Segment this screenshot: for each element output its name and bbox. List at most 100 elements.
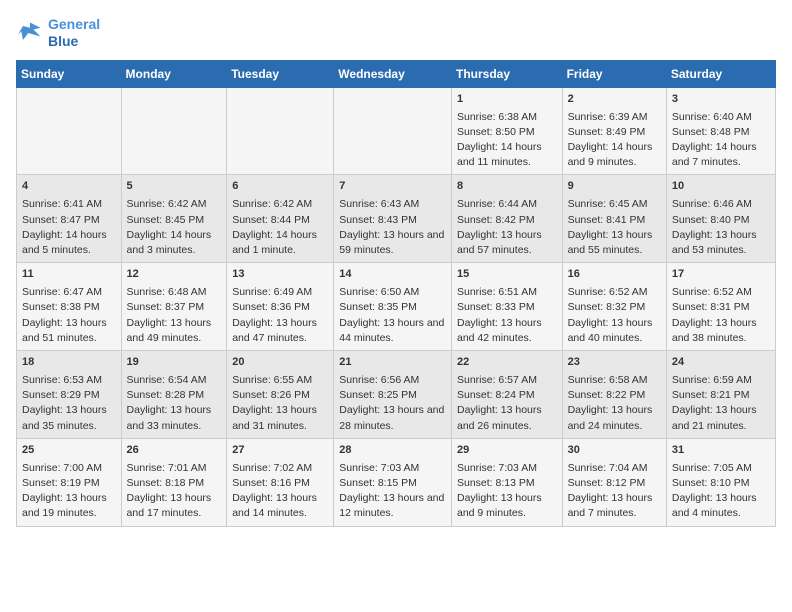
day-number: 11	[22, 267, 116, 283]
calendar-cell: 23Sunrise: 6:58 AMSunset: 8:22 PMDayligh…	[562, 351, 666, 439]
day-number: 18	[22, 355, 116, 371]
day-number: 12	[127, 267, 222, 283]
day-info: Sunset: 8:45 PM	[127, 213, 222, 228]
page-header: General Blue	[16, 16, 776, 50]
day-info: Sunset: 8:19 PM	[22, 476, 116, 491]
day-info: Sunrise: 6:46 AM	[672, 197, 770, 212]
day-info: Daylight: 14 hours and 3 minutes.	[127, 228, 222, 258]
calendar-cell	[17, 87, 122, 175]
day-info: Sunset: 8:26 PM	[232, 388, 328, 403]
day-number: 25	[22, 443, 116, 459]
calendar-cell: 15Sunrise: 6:51 AMSunset: 8:33 PMDayligh…	[451, 263, 562, 351]
day-info: Sunset: 8:48 PM	[672, 125, 770, 140]
calendar-cell: 20Sunrise: 6:55 AMSunset: 8:26 PMDayligh…	[227, 351, 334, 439]
day-number: 8	[457, 179, 557, 195]
day-info: Daylight: 14 hours and 1 minute.	[232, 228, 328, 258]
day-info: Sunset: 8:16 PM	[232, 476, 328, 491]
calendar-cell: 14Sunrise: 6:50 AMSunset: 8:35 PMDayligh…	[334, 263, 452, 351]
calendar-cell: 2Sunrise: 6:39 AMSunset: 8:49 PMDaylight…	[562, 87, 666, 175]
calendar-cell: 1Sunrise: 6:38 AMSunset: 8:50 PMDaylight…	[451, 87, 562, 175]
day-info: Sunset: 8:10 PM	[672, 476, 770, 491]
week-row-5: 25Sunrise: 7:00 AMSunset: 8:19 PMDayligh…	[17, 438, 776, 526]
day-info: Sunset: 8:21 PM	[672, 388, 770, 403]
weekday-header-thursday: Thursday	[451, 60, 562, 87]
day-info: Daylight: 13 hours and 38 minutes.	[672, 316, 770, 346]
day-info: Sunrise: 7:05 AM	[672, 461, 770, 476]
day-info: Daylight: 13 hours and 40 minutes.	[568, 316, 661, 346]
day-info: Sunset: 8:29 PM	[22, 388, 116, 403]
calendar-cell: 25 Sunrise: 7:00 AMSunset: 8:19 PMDayligh…	[17, 438, 122, 526]
day-info: Daylight: 13 hours and 26 minutes.	[457, 403, 557, 433]
calendar-cell: 31Sunrise: 7:05 AMSunset: 8:10 PMDayligh…	[666, 438, 775, 526]
day-info: Sunrise: 6:43 AM	[339, 197, 446, 212]
day-info: Sunset: 8:38 PM	[22, 300, 116, 315]
day-number: 28	[339, 443, 446, 459]
weekday-header-tuesday: Tuesday	[227, 60, 334, 87]
weekday-header-saturday: Saturday	[666, 60, 775, 87]
day-number: 29	[457, 443, 557, 459]
day-number: 3	[672, 92, 770, 108]
day-number: 22	[457, 355, 557, 371]
day-info: Sunrise: 6:48 AM	[127, 285, 222, 300]
day-number: 2	[568, 92, 661, 108]
day-info: Sunset: 8:25 PM	[339, 388, 446, 403]
calendar-cell: 13Sunrise: 6:49 AMSunset: 8:36 PMDayligh…	[227, 263, 334, 351]
day-info: Sunset: 8:41 PM	[568, 213, 661, 228]
day-info: Sunrise: 6:44 AM	[457, 197, 557, 212]
calendar-cell: 16Sunrise: 6:52 AMSunset: 8:32 PMDayligh…	[562, 263, 666, 351]
day-info: Sunrise: 6:47 AM	[22, 285, 116, 300]
day-info: Sunrise: 6:52 AM	[672, 285, 770, 300]
day-info: Sunrise: 6:42 AM	[127, 197, 222, 212]
day-number: 24	[672, 355, 770, 371]
day-info: Sunrise: 6:59 AM	[672, 373, 770, 388]
calendar-cell: 7Sunrise: 6:43 AMSunset: 8:43 PMDaylight…	[334, 175, 452, 263]
day-info: Sunrise: 6:54 AM	[127, 373, 222, 388]
day-info: Sunset: 8:36 PM	[232, 300, 328, 315]
day-info: Daylight: 13 hours and 57 minutes.	[457, 228, 557, 258]
day-info: Daylight: 13 hours and 7 minutes.	[568, 491, 661, 521]
day-info: Sunset: 8:18 PM	[127, 476, 222, 491]
day-info: Daylight: 13 hours and 24 minutes.	[568, 403, 661, 433]
weekday-header-sunday: Sunday	[17, 60, 122, 87]
day-info: Sunrise: 6:42 AM	[232, 197, 328, 212]
day-number: 5	[127, 179, 222, 195]
calendar-cell: 24Sunrise: 6:59 AMSunset: 8:21 PMDayligh…	[666, 351, 775, 439]
day-info: Daylight: 13 hours and 33 minutes.	[127, 403, 222, 433]
day-info: Daylight: 14 hours and 11 minutes.	[457, 140, 557, 170]
weekday-header-friday: Friday	[562, 60, 666, 87]
day-info: Sunrise: 7:01 AM	[127, 461, 222, 476]
calendar-table: SundayMondayTuesdayWednesdayThursdayFrid…	[16, 60, 776, 527]
logo-icon	[16, 19, 44, 47]
day-info: Sunrise: 6:57 AM	[457, 373, 557, 388]
day-number: 19	[127, 355, 222, 371]
day-info: Sunrise: 6:51 AM	[457, 285, 557, 300]
logo: General Blue	[16, 16, 100, 50]
calendar-cell: 21Sunrise: 6:56 AMSunset: 8:25 PMDayligh…	[334, 351, 452, 439]
day-info: Daylight: 13 hours and 19 minutes.	[22, 491, 116, 521]
day-info: Sunrise: 6:56 AM	[339, 373, 446, 388]
calendar-cell: 4Sunrise: 6:41 AMSunset: 8:47 PMDaylight…	[17, 175, 122, 263]
day-info: Sunrise: 7:00 AM	[22, 461, 116, 476]
calendar-cell: 22Sunrise: 6:57 AMSunset: 8:24 PMDayligh…	[451, 351, 562, 439]
week-row-1: 1Sunrise: 6:38 AMSunset: 8:50 PMDaylight…	[17, 87, 776, 175]
calendar-cell: 8Sunrise: 6:44 AMSunset: 8:42 PMDaylight…	[451, 175, 562, 263]
day-info: Sunrise: 6:49 AM	[232, 285, 328, 300]
calendar-cell: 17Sunrise: 6:52 AMSunset: 8:31 PMDayligh…	[666, 263, 775, 351]
day-info: Daylight: 13 hours and 55 minutes.	[568, 228, 661, 258]
day-info: Sunrise: 6:40 AM	[672, 110, 770, 125]
day-info: Sunset: 8:12 PM	[568, 476, 661, 491]
day-info: Daylight: 13 hours and 12 minutes.	[339, 491, 446, 521]
day-info: Daylight: 13 hours and 51 minutes.	[22, 316, 116, 346]
day-info: Sunrise: 7:03 AM	[457, 461, 557, 476]
day-info: Daylight: 13 hours and 14 minutes.	[232, 491, 328, 521]
day-number: 6	[232, 179, 328, 195]
day-info: Sunrise: 6:41 AM	[22, 197, 116, 212]
day-info: Sunrise: 6:38 AM	[457, 110, 557, 125]
day-info: Sunset: 8:35 PM	[339, 300, 446, 315]
day-info: Daylight: 13 hours and 42 minutes.	[457, 316, 557, 346]
day-number: 30	[568, 443, 661, 459]
calendar-cell: 18Sunrise: 6:53 AMSunset: 8:29 PMDayligh…	[17, 351, 122, 439]
day-info: Daylight: 13 hours and 9 minutes.	[457, 491, 557, 521]
day-number: 26	[127, 443, 222, 459]
calendar-cell: 28Sunrise: 7:03 AMSunset: 8:15 PMDayligh…	[334, 438, 452, 526]
